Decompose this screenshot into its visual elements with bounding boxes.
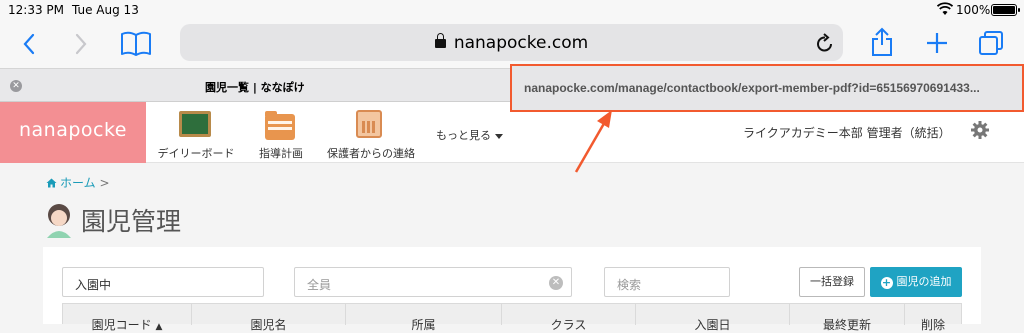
- app-logo[interactable]: nanapocke: [0, 102, 146, 163]
- battery-icon: [991, 4, 1020, 16]
- th-enroll-date[interactable]: 入園日: [636, 304, 790, 332]
- more-menu-label: もっと見る: [436, 129, 491, 142]
- th-class[interactable]: クラス: [502, 304, 636, 332]
- status-time: 12:33 PM: [8, 3, 64, 17]
- table-header: 園児コード ▲ 園児名 所属 クラス 入園日 最終更新 削除: [62, 303, 962, 332]
- bulk-register-button[interactable]: 一括登録: [799, 267, 865, 297]
- group-select[interactable]: 全員 ✕: [294, 267, 572, 297]
- breadcrumb-separator: >: [99, 176, 110, 190]
- th-affiliation[interactable]: 所属: [346, 304, 502, 332]
- clear-icon[interactable]: ✕: [549, 276, 563, 290]
- more-menu[interactable]: もっと見る: [436, 127, 503, 143]
- browser-toolbar: nanapocke.com: [0, 20, 1024, 68]
- folder-icon: [265, 111, 295, 140]
- add-child-button[interactable]: + 園児の追加: [870, 267, 962, 297]
- breadcrumb: ホーム >: [46, 174, 110, 191]
- new-tab-icon[interactable]: [925, 31, 949, 55]
- gear-icon[interactable]: [970, 120, 990, 140]
- address-bar[interactable]: nanapocke.com: [180, 24, 843, 61]
- reload-icon[interactable]: [816, 33, 834, 53]
- nav-daily-board-label: デイリーボード: [157, 147, 235, 160]
- search-placeholder: 検索: [617, 278, 642, 292]
- th-child-name[interactable]: 園児名: [192, 304, 346, 332]
- nav-daily-board[interactable]: デイリーボード: [155, 102, 237, 163]
- status-select[interactable]: 入園中: [62, 267, 264, 297]
- status-date: Tue Aug 13: [72, 3, 139, 17]
- wifi-icon: [937, 2, 953, 15]
- share-icon[interactable]: [871, 27, 893, 57]
- plus-circle-icon: +: [880, 276, 893, 289]
- status-select-value: 入園中: [75, 278, 112, 292]
- lock-icon: [434, 33, 446, 48]
- bookmarks-icon[interactable]: [120, 31, 152, 57]
- th-child-code[interactable]: 園児コード ▲: [63, 304, 192, 332]
- tabs-icon[interactable]: [978, 30, 1004, 56]
- battery-percent: 100%: [956, 3, 991, 17]
- nav-teaching-plan[interactable]: 指導計画: [252, 102, 310, 163]
- address-text: nanapocke.com: [453, 33, 589, 53]
- breadcrumb-home[interactable]: ホーム: [60, 176, 96, 190]
- th-last-updated[interactable]: 最終更新: [790, 304, 905, 332]
- url-tooltip: nanapocke.com/manage/contactbook/export-…: [510, 64, 1024, 112]
- back-icon[interactable]: [22, 33, 36, 55]
- page-title: 園児管理: [81, 207, 182, 236]
- th-delete: 削除: [920, 318, 945, 332]
- search-input[interactable]: 検索: [604, 267, 730, 297]
- user-name: ライクアカデミー本部 管理者（統括）: [743, 126, 951, 140]
- nav-parent-messages-label: 保護者からの連絡: [327, 147, 415, 160]
- forward-icon[interactable]: [74, 33, 88, 55]
- chalkboard-icon: [179, 111, 211, 137]
- nav-teaching-plan-label: 指導計画: [259, 147, 303, 160]
- tab-close-icon[interactable]: ✕: [10, 80, 22, 92]
- phone-icon: [356, 110, 382, 138]
- url-tooltip-text: nanapocke.com/manage/contactbook/export-…: [524, 81, 980, 95]
- status-bar: 12:33 PM Tue Aug 13 100%: [0, 0, 1024, 20]
- caret-down-icon: [495, 133, 503, 139]
- group-select-value: 全員: [307, 278, 332, 292]
- tab-title[interactable]: 園児一覧 | ななぽけ: [205, 79, 305, 95]
- nav-parent-messages[interactable]: 保護者からの連絡: [322, 102, 420, 163]
- home-icon: [46, 178, 57, 188]
- add-child-label: 園児の追加: [896, 275, 952, 288]
- child-avatar-icon: [47, 204, 71, 238]
